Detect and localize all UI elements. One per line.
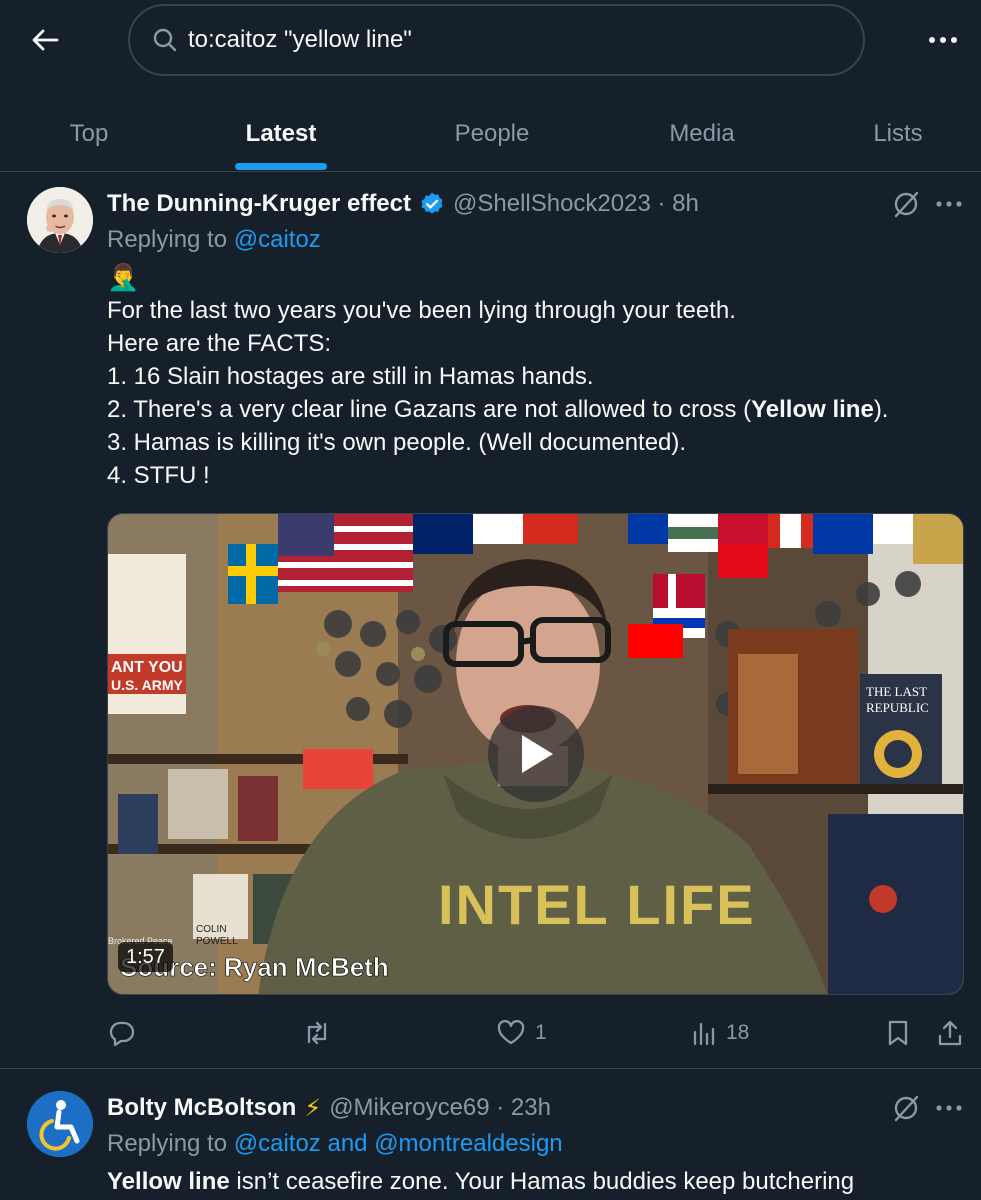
more-dots-icon xyxy=(936,1105,962,1111)
tab-latest[interactable]: Latest xyxy=(225,96,337,172)
tab-media[interactable]: Media xyxy=(650,96,754,172)
sign-text: THE LAST xyxy=(866,684,927,699)
share-icon xyxy=(938,1020,962,1046)
book-text: COLIN xyxy=(196,924,227,935)
views-chart-icon xyxy=(693,1022,715,1046)
grok-button[interactable] xyxy=(890,1092,922,1124)
tab-lists[interactable]: Lists xyxy=(855,96,941,172)
tweet-text: For the last two years you've been lying… xyxy=(107,297,889,489)
active-tab-indicator xyxy=(235,163,327,170)
search-tabs: Top Latest People Media Lists xyxy=(0,96,981,172)
sign-text-2: REPUBLIC xyxy=(866,700,929,715)
grok-icon xyxy=(894,191,919,218)
search-input[interactable]: to:caitoz "yellow line" xyxy=(128,4,865,76)
verified-badge-icon xyxy=(421,192,443,214)
more-options-button[interactable] xyxy=(918,20,968,60)
tweet-divider xyxy=(0,1068,981,1069)
poster-text: ANT YOU xyxy=(111,659,183,676)
tab-people[interactable]: People xyxy=(436,96,548,172)
view-count: 18 xyxy=(726,1021,750,1044)
book-text-2: POWELL xyxy=(196,936,238,947)
more-dots-icon xyxy=(936,201,962,207)
avatar[interactable] xyxy=(27,187,93,253)
tweet-more-button[interactable] xyxy=(934,1100,964,1116)
display-name[interactable]: Bolty McBoltson xyxy=(107,1094,296,1122)
like-count: 1 xyxy=(535,1021,547,1044)
tweet-video[interactable]: ANT YOU U.S. ARMY COLIN POWELL THE LAST … xyxy=(107,513,964,995)
like-button[interactable]: 1 xyxy=(497,1016,547,1050)
grok-button[interactable] xyxy=(890,188,922,220)
retweet-icon xyxy=(307,1021,327,1045)
retweet-button[interactable] xyxy=(302,1016,342,1050)
reply-icon xyxy=(109,1021,135,1047)
tweet-text: Yellow line isn’t ceasefire zone. Your H… xyxy=(107,1168,855,1195)
handle-and-time[interactable]: @Mikeroyce69 · 23h xyxy=(329,1094,551,1122)
avatar[interactable] xyxy=(27,1091,93,1157)
handle-and-time[interactable]: @ShellShock2023 · 8h xyxy=(453,190,699,218)
avatar-image xyxy=(27,187,93,253)
lightning-icon: ⚡ xyxy=(304,1094,322,1122)
tweet-more-button[interactable] xyxy=(934,196,964,212)
back-arrow-icon xyxy=(32,29,59,51)
heart-icon xyxy=(497,1020,525,1045)
grok-icon xyxy=(894,1095,919,1122)
back-button[interactable] xyxy=(24,22,66,58)
highlighted-term: Yellow line xyxy=(751,396,874,423)
more-dots-icon xyxy=(929,37,957,43)
bookmark-button[interactable] xyxy=(886,1016,910,1050)
play-icon xyxy=(522,735,553,773)
mention-link[interactable]: @caitoz and @montrealdesign xyxy=(234,1130,563,1157)
poster-text-2: U.S. ARMY xyxy=(111,677,183,693)
replying-to: Replying to @caitoz and @montrealdesign xyxy=(107,1130,563,1157)
play-button[interactable] xyxy=(488,706,584,802)
replying-to: Replying to @caitoz xyxy=(107,226,321,253)
views-button[interactable]: 18 xyxy=(692,1016,749,1050)
tweet-header: The Dunning-Kruger effect @ShellShock202… xyxy=(107,187,699,221)
display-name[interactable]: The Dunning-Kruger effect xyxy=(107,190,411,218)
tweet-header: Bolty McBoltson ⚡ @Mikeroyce69 · 23h xyxy=(107,1091,551,1125)
hoodie-text: INTEL LIFE xyxy=(438,873,756,936)
bookmark-icon xyxy=(888,1020,908,1046)
mention-link[interactable]: @caitoz xyxy=(234,226,321,253)
search-query: to:caitoz "yellow line" xyxy=(188,26,412,53)
reply-button[interactable] xyxy=(108,1016,146,1050)
highlighted-term: Yellow line xyxy=(107,1168,230,1195)
search-icon xyxy=(153,28,177,52)
wheelchair-avatar-icon xyxy=(27,1091,93,1157)
tweet-emoji: 🤦‍♂️ xyxy=(107,262,140,292)
share-button[interactable] xyxy=(937,1016,963,1050)
video-duration: 1:57 xyxy=(118,942,173,972)
tab-top[interactable]: Top xyxy=(44,96,134,172)
